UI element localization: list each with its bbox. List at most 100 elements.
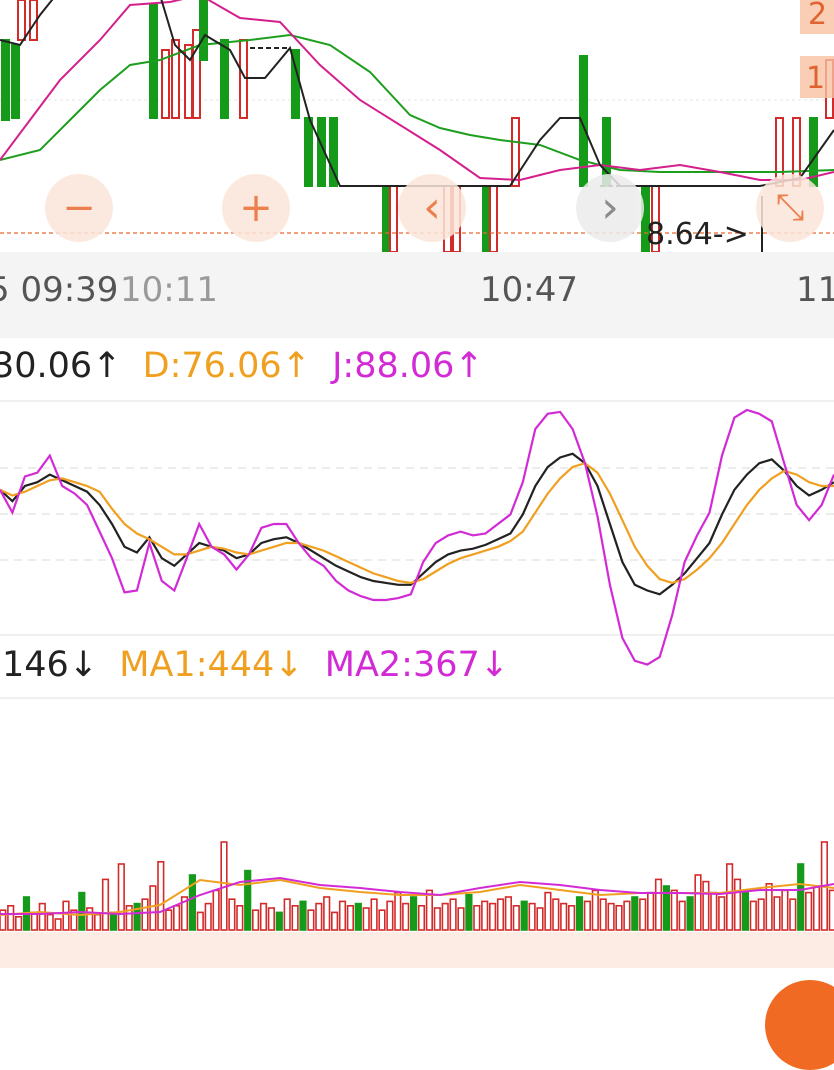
volume-bar <box>379 910 385 930</box>
volume-bar <box>458 908 464 930</box>
volume-value: 146↓ <box>2 645 98 685</box>
volume-bar <box>672 890 678 930</box>
volume-bar <box>490 904 496 930</box>
price-candle <box>490 186 497 252</box>
volume-bar <box>569 906 575 930</box>
volume-bar <box>806 893 812 930</box>
kdj-k-value: 30.06↑ <box>0 346 122 386</box>
volume-bar <box>830 890 834 930</box>
volume-bar <box>624 901 630 930</box>
zoom-in-button[interactable]: + <box>222 174 290 242</box>
volume-bar <box>332 912 338 930</box>
volume-bar <box>32 912 38 930</box>
volume-bar <box>790 899 796 930</box>
volume-bar <box>656 879 662 930</box>
volume-bar <box>340 901 346 930</box>
volume-bar <box>253 910 259 930</box>
volume-bar <box>466 895 472 930</box>
volume-bar <box>419 906 425 930</box>
kdj-j-value: J:88.06↑ <box>332 346 484 386</box>
volume-bar <box>213 890 219 930</box>
volume-bar <box>55 919 61 930</box>
volume-bar <box>356 904 362 930</box>
volume-bar <box>450 899 456 930</box>
volume-bar <box>87 908 93 930</box>
volume-bar <box>8 906 14 930</box>
volume-bar <box>529 904 535 930</box>
time-label-11: 11 <box>796 270 834 310</box>
volume-bar <box>237 906 243 930</box>
price-candle <box>200 0 207 60</box>
volume-bar <box>395 893 401 930</box>
ma-long-line <box>0 35 834 172</box>
volume-bar <box>782 890 788 930</box>
time-label-1047: 10:47 <box>480 270 578 310</box>
price-candle <box>642 186 649 252</box>
next-button[interactable]: › <box>576 174 644 242</box>
price-candle <box>390 186 397 252</box>
volume-bar <box>474 906 480 930</box>
volume-bar <box>166 910 172 930</box>
volume-bar <box>261 904 267 930</box>
volume-bar <box>174 906 180 930</box>
volume-bar <box>16 917 22 930</box>
price-candle <box>652 186 659 252</box>
prev-button[interactable]: ‹ <box>398 174 466 242</box>
volume-bar <box>553 899 559 930</box>
volume-bar <box>371 899 377 930</box>
volume-bar <box>348 906 354 930</box>
bottom-band <box>0 932 834 968</box>
price-candle <box>383 186 390 252</box>
time-label-1011: 10:11 <box>120 270 218 310</box>
volume-bar <box>593 890 599 930</box>
volume-bar <box>727 864 733 930</box>
price-candle <box>12 45 19 118</box>
kdj-d-value: D:76.06↑ <box>143 346 311 386</box>
volume-bar <box>600 899 606 930</box>
price-candle <box>162 50 169 118</box>
volume-bar <box>411 897 417 930</box>
volume-bar <box>616 906 622 930</box>
volume-bar <box>719 897 725 930</box>
volume-bar <box>40 904 46 930</box>
volume-bar <box>427 890 433 930</box>
kdj-j-line <box>0 410 834 665</box>
zoom-out-button[interactable]: − <box>45 174 113 242</box>
volume-bar <box>687 897 693 930</box>
fullscreen-button[interactable]: ⤡ <box>756 174 824 242</box>
volume-bar <box>648 893 654 930</box>
volume-ma1-value: MA1:444↓ <box>119 645 303 685</box>
volume-bar <box>300 901 306 930</box>
volume-bar <box>103 879 109 930</box>
volume-bar <box>743 893 749 930</box>
volume-bar <box>711 893 717 930</box>
volume-bar <box>387 901 393 930</box>
chevron-left-icon: ‹ <box>423 186 441 230</box>
volume-bar <box>277 912 283 930</box>
minus-icon: − <box>62 188 96 228</box>
volume-bar <box>640 899 646 930</box>
price-candle <box>18 0 25 40</box>
volume-bar <box>735 879 741 930</box>
volume-ma2-value: MA2:367↓ <box>325 645 509 685</box>
volume-bar <box>119 864 125 930</box>
volume-bar <box>798 864 804 930</box>
volume-bar <box>229 899 235 930</box>
volume-bar <box>514 906 520 930</box>
volume-bar <box>198 912 204 930</box>
volume-bar <box>758 899 764 930</box>
volume-bar <box>63 901 69 930</box>
volume-bar <box>774 897 780 930</box>
volume-bar <box>95 915 101 930</box>
time-label-0939: 5 09:39 <box>0 270 118 310</box>
volume-bar <box>324 897 330 930</box>
expand-icon: ⤡ <box>776 190 805 226</box>
volume-bar <box>679 901 685 930</box>
volume-bar <box>521 901 527 930</box>
volume-bar <box>537 908 543 930</box>
price-candle <box>305 118 312 186</box>
volume-bar <box>308 910 314 930</box>
volume-bar <box>506 897 512 930</box>
price-candle <box>826 60 833 118</box>
chart-canvas <box>0 0 834 1001</box>
